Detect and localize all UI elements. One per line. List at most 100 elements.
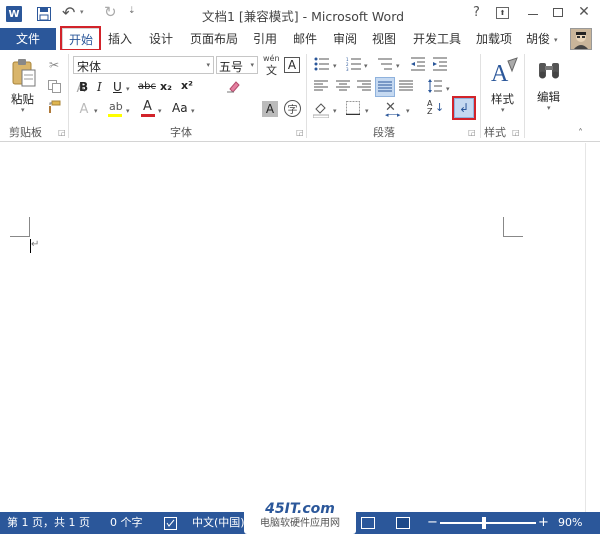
- sort-icon[interactable]: A Z ↓: [427, 99, 444, 117]
- chinese-layout-icon[interactable]: ✕ ◂──▸: [385, 100, 403, 119]
- cut-icon[interactable]: ✂: [46, 57, 62, 73]
- numbering-icon[interactable]: 123: [346, 57, 362, 73]
- font-launcher-icon[interactable]: ◲: [296, 128, 304, 137]
- editing-button-label[interactable]: 编辑: [537, 89, 560, 105]
- status-page-count[interactable]: 第 1 页，共 1 页: [7, 512, 90, 534]
- numbering-dropdown-icon[interactable]: ▾: [364, 62, 368, 70]
- change-case-dropdown-icon[interactable]: ▾: [191, 107, 195, 115]
- paste-icon[interactable]: [10, 58, 38, 88]
- font-color-icon[interactable]: A: [140, 99, 156, 118]
- distributed-icon[interactable]: [399, 80, 415, 96]
- tab-references[interactable]: 引用: [249, 28, 281, 50]
- zoom-slider[interactable]: [440, 517, 536, 529]
- zoom-out-button[interactable]: −: [427, 512, 438, 534]
- paste-button-label[interactable]: 粘贴: [11, 91, 34, 107]
- font-size-select[interactable]: 五号 ▾: [216, 56, 258, 74]
- binoculars-icon[interactable]: [536, 58, 562, 82]
- character-border-button[interactable]: A: [284, 57, 300, 73]
- print-layout-icon[interactable]: [396, 517, 410, 529]
- phonetic-guide-button[interactable]: wén 文: [263, 54, 281, 77]
- status-language[interactable]: 中文(中国): [192, 512, 245, 534]
- close-icon[interactable]: ✕: [577, 4, 591, 20]
- shading-dropdown-icon[interactable]: ▾: [333, 107, 337, 115]
- tab-design[interactable]: 设计: [145, 28, 177, 50]
- line-spacing-dropdown-icon[interactable]: ▾: [446, 85, 450, 93]
- tab-file[interactable]: 文件: [0, 28, 56, 50]
- tab-page-layout[interactable]: 页面布局: [187, 28, 241, 50]
- superscript-button[interactable]: x²: [181, 79, 193, 92]
- increase-indent-icon[interactable]: [432, 57, 448, 73]
- paste-dropdown-icon[interactable]: ▾: [21, 106, 25, 114]
- word-app-icon[interactable]: W: [6, 6, 22, 22]
- chevron-down-icon[interactable]: ▾: [250, 61, 254, 69]
- styles-button-label[interactable]: 样式: [491, 91, 514, 107]
- styles-dropdown-icon[interactable]: ▾: [501, 106, 505, 114]
- decrease-indent-icon[interactable]: [410, 57, 426, 73]
- tab-review[interactable]: 审阅: [329, 28, 361, 50]
- styles-launcher-icon[interactable]: ◲: [512, 128, 520, 137]
- text-effects-icon[interactable]: A: [77, 101, 91, 117]
- user-dropdown-icon[interactable]: ▾: [554, 36, 558, 44]
- redo-icon[interactable]: ↻: [104, 3, 117, 21]
- vertical-scrollbar[interactable]: [585, 143, 600, 512]
- highlight-dropdown-icon[interactable]: ▾: [126, 107, 130, 115]
- chevron-down-icon[interactable]: ▾: [206, 61, 210, 69]
- user-avatar[interactable]: [570, 28, 592, 50]
- paragraph-launcher-icon[interactable]: ◲: [468, 128, 476, 137]
- ribbon-display-icon[interactable]: ⬆: [496, 7, 509, 19]
- bullets-dropdown-icon[interactable]: ▾: [333, 62, 337, 70]
- format-painter-icon[interactable]: [46, 99, 62, 115]
- align-left-icon[interactable]: [314, 80, 330, 96]
- zoom-in-button[interactable]: +: [538, 512, 549, 534]
- subscript-button[interactable]: x₂: [160, 80, 172, 93]
- shading-icon[interactable]: [312, 101, 330, 119]
- enclose-char-button[interactable]: 字: [284, 100, 301, 117]
- align-center-icon[interactable]: [336, 80, 352, 96]
- strikethrough-button[interactable]: abc: [138, 81, 156, 92]
- editing-dropdown-icon[interactable]: ▾: [547, 104, 551, 112]
- font-color-dropdown-icon[interactable]: ▾: [158, 107, 162, 115]
- multilevel-list-icon[interactable]: [377, 57, 393, 73]
- help-icon[interactable]: ?: [473, 5, 480, 20]
- clipboard-launcher-icon[interactable]: ◲: [58, 128, 66, 137]
- font-name-select[interactable]: 宋体 ▾: [73, 56, 214, 74]
- maximize-icon[interactable]: [553, 8, 563, 17]
- zoom-slider-thumb[interactable]: [482, 517, 486, 529]
- undo-dropdown-icon[interactable]: ▾: [80, 8, 84, 16]
- underline-dropdown-icon[interactable]: ▾: [126, 85, 130, 93]
- highlight-color-icon[interactable]: ab: [107, 100, 123, 118]
- styles-icon[interactable]: A: [490, 57, 518, 87]
- qat-customize-icon[interactable]: ⇣: [128, 6, 136, 16]
- font-size-value: 五号: [219, 60, 244, 74]
- tab-insert[interactable]: 插入: [104, 28, 136, 50]
- multilevel-dropdown-icon[interactable]: ▾: [396, 62, 400, 70]
- align-right-icon[interactable]: [357, 80, 373, 96]
- zoom-level[interactable]: 90%: [558, 512, 582, 534]
- read-mode-icon[interactable]: [361, 517, 375, 529]
- tab-view[interactable]: 视图: [368, 28, 400, 50]
- collapse-ribbon-icon[interactable]: ˄: [578, 128, 583, 139]
- tab-addins[interactable]: 加载项: [472, 28, 516, 50]
- text-effects-dropdown-icon[interactable]: ▾: [94, 107, 98, 115]
- underline-button[interactable]: U: [113, 80, 122, 94]
- bullets-icon[interactable]: [314, 57, 330, 73]
- italic-button[interactable]: I: [97, 80, 102, 94]
- borders-dropdown-icon[interactable]: ▾: [365, 107, 369, 115]
- chinese-layout-dropdown-icon[interactable]: ▾: [406, 107, 410, 115]
- minimize-icon[interactable]: [528, 14, 538, 15]
- tab-developer[interactable]: 开发工具: [408, 28, 466, 50]
- tab-mailings[interactable]: 邮件: [289, 28, 321, 50]
- bold-button[interactable]: B: [79, 80, 88, 94]
- justify-icon[interactable]: [375, 77, 395, 97]
- change-case-button[interactable]: Aa: [172, 101, 188, 115]
- proofing-icon[interactable]: [163, 516, 177, 530]
- char-shading-icon[interactable]: A: [262, 101, 278, 117]
- user-name[interactable]: 胡俊: [524, 28, 552, 50]
- copy-icon[interactable]: [46, 78, 62, 94]
- undo-icon[interactable]: ↶: [62, 3, 75, 22]
- borders-icon[interactable]: [346, 101, 362, 117]
- clear-formatting-icon[interactable]: [225, 78, 241, 94]
- status-word-count[interactable]: 0 个字: [110, 512, 143, 534]
- save-icon[interactable]: [36, 6, 52, 22]
- line-spacing-icon[interactable]: [427, 78, 443, 94]
